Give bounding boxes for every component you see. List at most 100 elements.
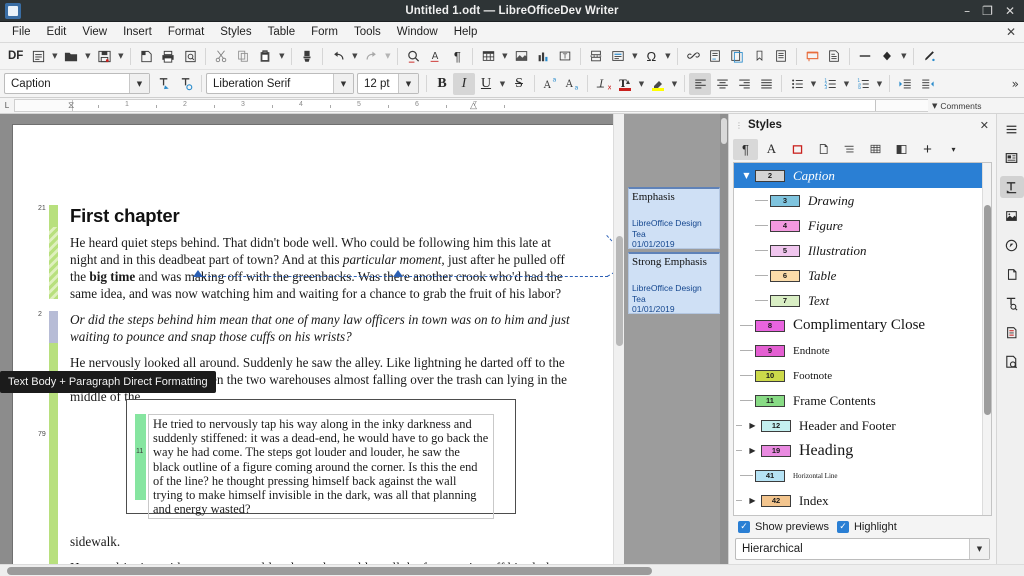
clone-formatting-button[interactable] (296, 45, 318, 67)
italic-button[interactable]: I (453, 73, 475, 95)
sidebar-close-button[interactable]: ✕ (980, 119, 989, 132)
subscript-button[interactable]: Aa (561, 73, 583, 95)
expand-twisty[interactable]: ▶ (744, 496, 761, 505)
style-row-endnote[interactable]: 9 Endnote (734, 338, 991, 363)
basic-shapes-button[interactable] (876, 45, 898, 67)
redo-button[interactable] (360, 45, 382, 67)
underline-button[interactable]: U (475, 73, 497, 95)
maximize-button[interactable]: ❐ (982, 5, 993, 17)
minimize-button[interactable]: – (964, 5, 970, 17)
style-row-text[interactable]: 7 Text (734, 288, 991, 313)
new-style-from-selection-button[interactable]: + (915, 139, 940, 160)
document-horizontal-scrollbar[interactable] (0, 564, 1024, 576)
style-row-table[interactable]: 6 Table (734, 263, 991, 288)
comment-item-2[interactable]: Strong Emphasis LibreOffice Design Tea 0… (628, 252, 720, 314)
new-document-button[interactable] (27, 45, 49, 67)
spelling-button[interactable]: A (424, 45, 446, 67)
paragraph-4[interactable]: sidewalk. (70, 533, 570, 550)
sidebar-settings-button[interactable] (1000, 118, 1024, 140)
paragraph-style-combo[interactable]: Caption ▼ (4, 73, 150, 94)
close-document-button[interactable]: ✕ (1006, 25, 1016, 39)
print-button[interactable] (157, 45, 179, 67)
insert-bookmark-button[interactable] (748, 45, 770, 67)
new-style-button[interactable] (175, 73, 197, 95)
insert-comment-button[interactable] (801, 45, 823, 67)
page-styles-button[interactable] (811, 139, 836, 160)
style-row-frame-contents[interactable]: 11 Frame Contents (734, 388, 991, 413)
manage-changes-deck-button[interactable] (1000, 350, 1024, 372)
style-row-caption[interactable]: ▼ 2 Caption (734, 163, 991, 188)
show-draw-functions-button[interactable] (918, 45, 940, 67)
font-name-dropdown-arrow[interactable]: ▼ (333, 74, 353, 93)
clear-formatting-button[interactable]: Ix (592, 73, 614, 95)
menu-item-styles[interactable]: Styles (212, 24, 259, 40)
style-row-drawing[interactable]: 3 Drawing (734, 188, 991, 213)
save-button[interactable] (93, 45, 115, 67)
new-document-dropdown[interactable]: ▼ (49, 52, 60, 60)
scrollbar-thumb[interactable] (616, 236, 623, 346)
formatting-marks-button[interactable]: ¶ (446, 45, 468, 67)
export-pdf-button[interactable] (135, 45, 157, 67)
style-filter-dropdown-arrow[interactable]: ▼ (969, 539, 989, 559)
strikethrough-button[interactable]: S (508, 73, 530, 95)
superscript-button[interactable]: Aa (539, 73, 561, 95)
show-previews-checkbox[interactable]: ✓ Show previews (738, 521, 829, 533)
redo-dropdown[interactable]: ▼ (382, 52, 393, 60)
chapter-heading[interactable]: First chapter (70, 205, 570, 227)
unordered-list-dropdown[interactable]: ▼ (808, 80, 819, 88)
style-row-figure[interactable]: 4 Figure (734, 213, 991, 238)
menu-item-file[interactable]: File (4, 24, 39, 40)
insert-table-dropdown[interactable]: ▼ (499, 52, 510, 60)
menu-item-insert[interactable]: Insert (115, 24, 160, 40)
style-filter-combo[interactable]: Hierarchical ▼ (735, 538, 990, 560)
highlight-checkbox[interactable]: ✓ Highlight (837, 521, 897, 533)
menu-item-help[interactable]: Help (446, 24, 486, 40)
styles-deck-button[interactable] (1000, 176, 1024, 198)
table-styles-button[interactable] (863, 139, 888, 160)
unordered-list-button[interactable] (786, 73, 808, 95)
align-center-button[interactable] (711, 73, 733, 95)
style-list[interactable]: ▼ 2 Caption 3 Drawing 4 Figure 5 (733, 162, 992, 516)
properties-deck-button[interactable] (1000, 147, 1024, 169)
underline-dropdown[interactable]: ▼ (497, 80, 508, 88)
open-file-button[interactable] (60, 45, 82, 67)
insert-special-character-button[interactable]: Ω (640, 45, 662, 67)
menu-item-format[interactable]: Format (160, 24, 212, 40)
style-list-scrollbar-thumb[interactable] (984, 205, 991, 415)
navigator-deck-button[interactable] (1000, 234, 1024, 256)
style-row-footnote[interactable]: 10 Footnote (734, 363, 991, 388)
horizontal-scrollbar-thumb[interactable] (7, 567, 652, 575)
update-style-button[interactable] (153, 73, 175, 95)
style-row-index[interactable]: ▶ 42 Index (734, 488, 991, 513)
font-size-combo[interactable]: 12 pt ▼ (357, 73, 419, 94)
first-line-indent-marker[interactable]: ⧖ (68, 100, 74, 111)
comments-column-toggle[interactable]: ▼ Comments (928, 98, 1024, 113)
paragraph-style-dropdown-arrow[interactable]: ▼ (129, 74, 149, 93)
undo-button[interactable] (327, 45, 349, 67)
horizontal-ruler[interactable]: 1 2 3 4 5 6 7 ⧖ △ (14, 99, 928, 112)
paste-dropdown[interactable]: ▼ (276, 52, 287, 60)
insert-cross-reference-button[interactable] (770, 45, 792, 67)
text-frame[interactable]: 11 He tried to nervously tap his way alo… (126, 399, 516, 514)
insert-footnote-button[interactable] (704, 45, 726, 67)
outline-list-dropdown[interactable]: ▼ (874, 80, 885, 88)
frame-text[interactable]: He tried to nervously tap his way along … (148, 414, 494, 519)
insert-page-break-button[interactable] (585, 45, 607, 67)
paste-button[interactable] (254, 45, 276, 67)
style-row-horizontal-line[interactable]: 41 Horizontal Line (734, 463, 991, 488)
ordered-list-dropdown[interactable]: ▼ (841, 80, 852, 88)
open-file-dropdown[interactable]: ▼ (82, 52, 93, 60)
document-vertical-scrollbar[interactable] (613, 114, 624, 564)
character-styles-button[interactable]: A (759, 139, 784, 160)
menu-item-window[interactable]: Window (389, 24, 446, 40)
font-size-dropdown-arrow[interactable]: ▼ (398, 74, 418, 93)
increase-indent-button[interactable] (894, 73, 916, 95)
gallery-deck-button[interactable] (1000, 205, 1024, 227)
menu-item-tools[interactable]: Tools (346, 24, 389, 40)
menu-item-form[interactable]: Form (303, 24, 346, 40)
menu-item-edit[interactable]: Edit (39, 24, 75, 40)
formatting-toolbar-overflow[interactable]: » (1012, 77, 1019, 91)
insert-special-character-dropdown[interactable]: ▼ (662, 52, 673, 60)
outline-list-button[interactable]: 1ab (852, 73, 874, 95)
highlighting-color-button[interactable] (647, 73, 669, 95)
